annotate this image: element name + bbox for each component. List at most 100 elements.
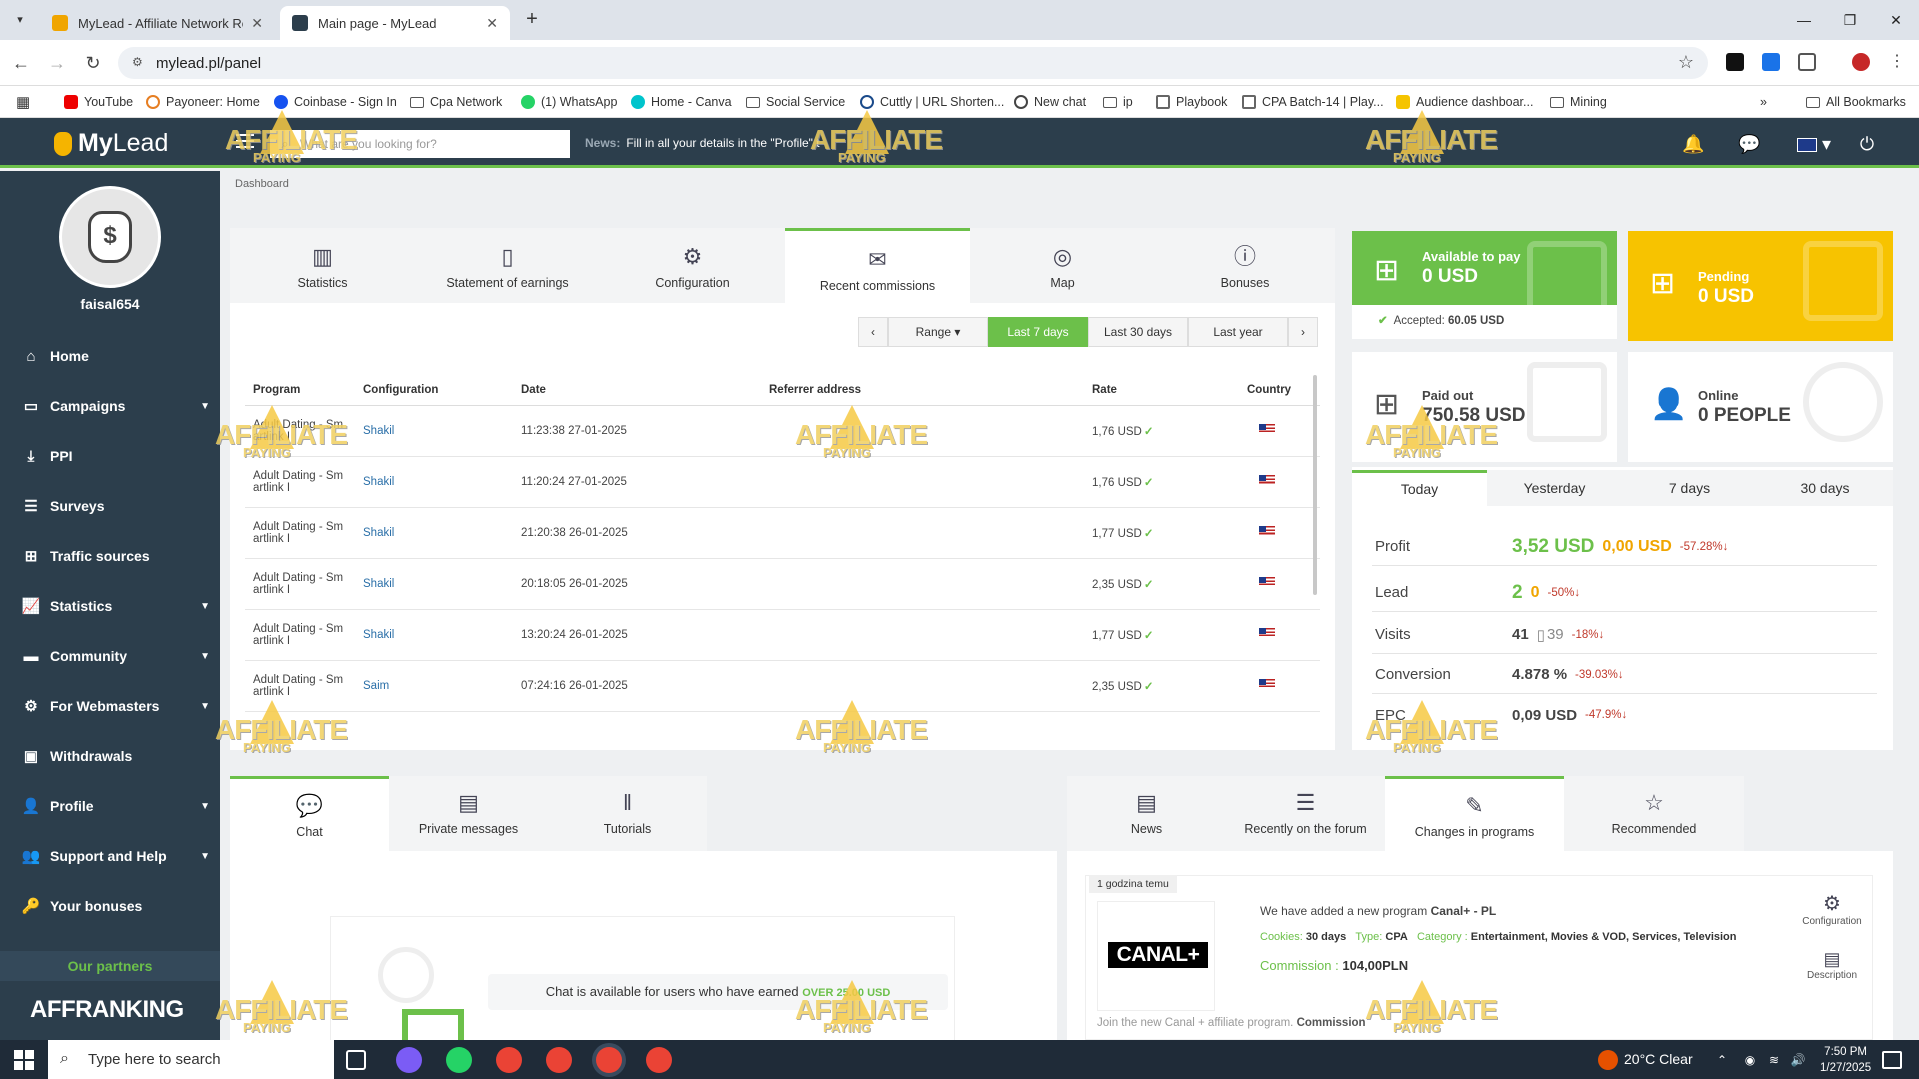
affranking-logo[interactable]: AFFRANKING <box>30 996 184 1024</box>
prev-range-button[interactable]: ‹ <box>858 317 888 347</box>
browser-tab-main-page[interactable]: Main page - MyLead ✕ <box>280 6 510 40</box>
minimize-window-icon[interactable]: — <box>1784 8 1824 32</box>
news-ticker[interactable]: News: Fill in all your details in the "Pr… <box>585 136 820 150</box>
bookmark-cuttly[interactable]: Cuttly | URL Shorten... <box>860 92 1004 112</box>
messages-chat-icon[interactable]: 💬 <box>1738 133 1760 155</box>
profile-avatar-icon[interactable] <box>1852 53 1870 71</box>
restore-window-icon[interactable]: ❐ <box>1830 8 1870 32</box>
configuration-link[interactable]: Shakil <box>355 456 513 508</box>
bookmark-cpa-network[interactable]: Cpa Network <box>410 92 502 112</box>
weather-icon[interactable] <box>1598 1050 1618 1070</box>
logout-power-icon[interactable]: ⏻ <box>1856 133 1878 155</box>
bookmark-ip[interactable]: ip <box>1103 92 1133 112</box>
column-header[interactable]: Program <box>245 375 355 406</box>
last-7-days-button[interactable]: Last 7 days <box>988 317 1088 347</box>
headline-name[interactable]: Canal+ - PL <box>1431 904 1497 918</box>
tab-statistics[interactable]: ▥ Statistics <box>230 228 415 303</box>
tab-changes-in-programs[interactable]: ✎ Changes in programs <box>1385 776 1564 851</box>
chrome-taskbar-icon[interactable] <box>596 1047 622 1073</box>
tab-map[interactable]: ◎ Map <box>970 228 1155 303</box>
configuration-link[interactable]: Shakil <box>355 609 513 661</box>
site-info-icon[interactable]: ⚙ <box>132 55 143 69</box>
copilot-icon[interactable] <box>396 1047 422 1073</box>
forward-icon[interactable]: → <box>44 50 70 76</box>
sidebar-item-support[interactable]: 👥 Support and Help ▼ <box>0 836 220 876</box>
configuration-link[interactable]: Shakil <box>355 405 513 457</box>
tab-statement-of-earnings[interactable]: ▯ Statement of earnings <box>415 228 600 303</box>
weather-text[interactable]: 20°C Clear <box>1624 1051 1693 1067</box>
tab-tutorials[interactable]: ǁ Tutorials <box>548 776 707 851</box>
extension-icon[interactable] <box>1726 53 1744 71</box>
extensions-puzzle-icon[interactable] <box>1798 53 1816 71</box>
download-extension-icon[interactable] <box>1762 53 1780 71</box>
close-window-icon[interactable]: ✕ <box>1876 8 1916 32</box>
bookmark-cpa-batch[interactable]: CPA Batch-14 | Play... <box>1242 92 1384 112</box>
stats-tab-today[interactable]: Today <box>1352 470 1487 506</box>
bookmark-star-icon[interactable]: ☆ <box>1678 52 1694 73</box>
avatar[interactable]: $ <box>59 186 161 288</box>
sidebar-item-community[interactable]: ▬ Community ▼ <box>0 636 220 676</box>
browser-menu-icon[interactable]: ⋮ <box>1888 53 1906 71</box>
all-bookmarks[interactable]: All Bookmarks <box>1806 92 1906 112</box>
tab-bonuses[interactable]: ⓘ Bonuses <box>1155 228 1335 303</box>
volume-icon[interactable]: 🔊 <box>1788 1050 1808 1070</box>
task-view-icon[interactable] <box>346 1050 366 1070</box>
tab-private-messages[interactable]: ▤ Private messages <box>389 776 548 851</box>
last-year-button[interactable]: Last year <box>1188 317 1288 347</box>
bookmark-social-service[interactable]: Social Service <box>746 92 845 112</box>
sidebar-item-campaigns[interactable]: ▭ Campaigns ▼ <box>0 386 220 426</box>
tab-chat[interactable]: 💬 Chat <box>230 776 389 851</box>
program-configuration-button[interactable]: ⚙ Configuration <box>1797 891 1867 927</box>
tab-recently-on-forum[interactable]: ☰ Recently on the forum <box>1226 776 1385 851</box>
column-header[interactable]: Rate <box>1084 375 1239 406</box>
bookmark-canva[interactable]: Home - Canva <box>631 92 732 112</box>
sidebar-item-profile[interactable]: 👤 Profile ▼ <box>0 786 220 826</box>
hamburger-menu-icon[interactable] <box>236 134 254 148</box>
sidebar-item-home[interactable]: ⌂ Home <box>0 336 220 376</box>
sidebar-item-statistics[interactable]: 📈 Statistics ▼ <box>0 586 220 626</box>
chrome-taskbar-icon[interactable] <box>546 1047 572 1073</box>
chevron-up-icon[interactable]: ⌃ <box>1712 1050 1732 1070</box>
stats-tab-30-days[interactable]: 30 days <box>1757 470 1893 506</box>
configuration-link[interactable]: Shakil <box>355 507 513 559</box>
bookmark-mining[interactable]: Mining <box>1550 92 1607 112</box>
close-tab-icon[interactable]: ✕ <box>486 15 498 32</box>
configuration-link[interactable]: Shakil <box>355 558 513 610</box>
mylead-logo[interactable]: MyLead <box>78 129 168 158</box>
taskbar-search-field[interactable]: ⌕ Type here to search <box>48 1040 334 1079</box>
close-tab-icon[interactable]: ✕ <box>251 15 263 32</box>
chrome-taskbar-icon[interactable] <box>646 1047 672 1073</box>
search-input[interactable] <box>300 137 560 151</box>
configuration-link[interactable]: Saim <box>355 660 513 712</box>
windows-start-icon[interactable] <box>14 1050 34 1070</box>
url-field[interactable]: ⚙ mylead.pl/panel ☆ <box>118 47 1708 79</box>
apps-grid-icon[interactable]: ▦ <box>16 92 30 112</box>
bookmark-payoneer[interactable]: Payoneer: Home <box>146 92 260 112</box>
bookmark-whatsapp[interactable]: (1) WhatsApp <box>521 92 617 112</box>
tab-search-chevron-icon[interactable]: ▾ <box>10 10 30 30</box>
next-range-button[interactable]: › <box>1288 317 1318 347</box>
bookmarks-overflow-icon[interactable]: » <box>1760 92 1767 112</box>
stats-tab-yesterday[interactable]: Yesterday <box>1487 470 1622 506</box>
column-header[interactable]: Date <box>513 375 761 406</box>
bookmark-coinbase[interactable]: Coinbase - Sign In <box>274 92 397 112</box>
chrome-taskbar-icon[interactable] <box>496 1047 522 1073</box>
column-header[interactable]: Configuration <box>355 375 513 406</box>
program-logo-box[interactable]: CANAL+ <box>1097 901 1215 1011</box>
table-scrollbar[interactable] <box>1313 375 1317 595</box>
sidebar-item-traffic-sources[interactable]: ⊞ Traffic sources <box>0 536 220 576</box>
range-dropdown[interactable]: Range ▾ <box>888 317 988 347</box>
sidebar-item-withdrawals[interactable]: ▣ Withdrawals <box>0 736 220 776</box>
wifi-icon[interactable]: ≋ <box>1764 1050 1784 1070</box>
tab-recent-commissions[interactable]: ✉ Recent commissions <box>785 228 970 306</box>
program-description-button[interactable]: ▤ Description <box>1797 949 1867 981</box>
last-30-days-button[interactable]: Last 30 days <box>1088 317 1188 347</box>
reload-icon[interactable]: ↻ <box>80 50 106 76</box>
column-header[interactable]: Referrer address <box>761 375 1084 406</box>
tab-configuration[interactable]: ⚙ Configuration <box>600 228 785 303</box>
sidebar-item-surveys[interactable]: ☰ Surveys <box>0 486 220 526</box>
bookmark-audience-dashboard[interactable]: Audience dashboar... <box>1396 92 1533 112</box>
sidebar-item-ppi[interactable]: ⤓ PPI <box>0 436 220 476</box>
notification-center-icon[interactable] <box>1882 1051 1902 1069</box>
browser-tab-affiliate-review[interactable]: MyLead - Affiliate Network Rev ✕ <box>40 6 275 40</box>
